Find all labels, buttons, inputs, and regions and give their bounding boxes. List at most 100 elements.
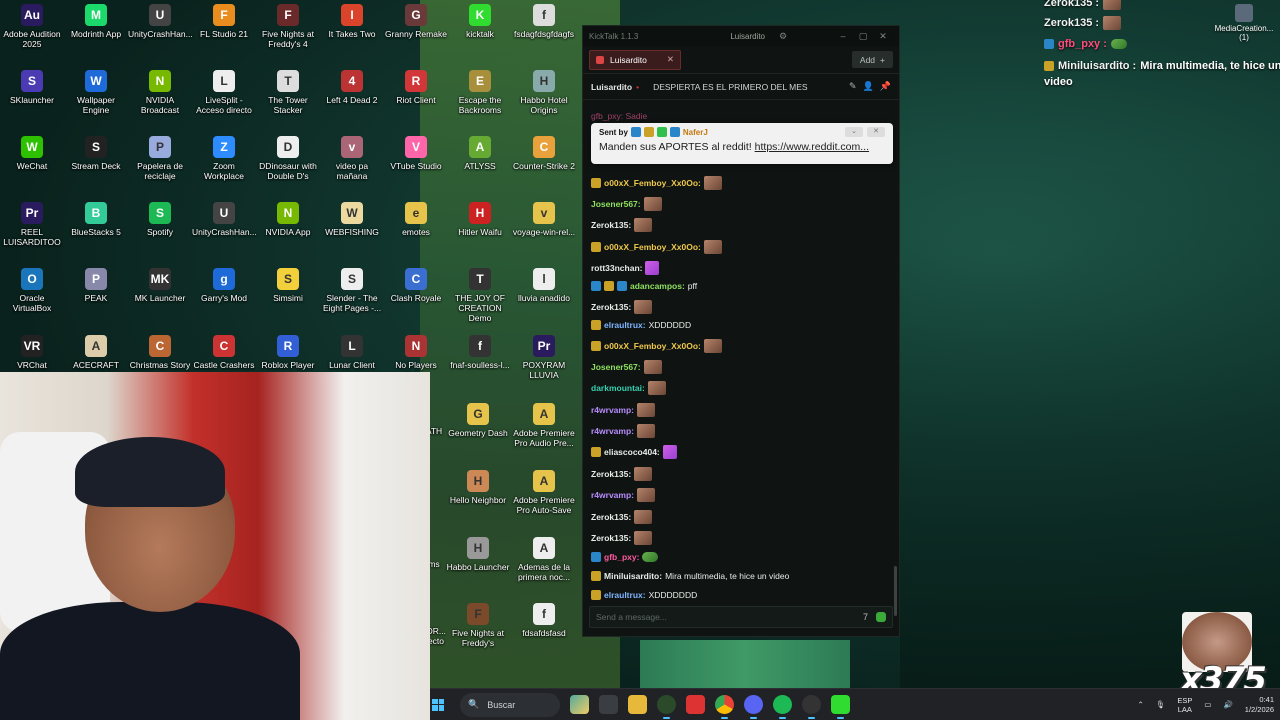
chat-username[interactable]: rott33nchan: — [591, 263, 642, 273]
chat-message[interactable]: o00xX_Femboy_Xx0Oo: — [591, 240, 722, 254]
chat-message[interactable]: Miniluisardito: Mira multimedia, te hice … — [591, 571, 789, 581]
chat-username[interactable]: Josener567: — [591, 199, 641, 209]
desktop-icon[interactable]: H Hitler Waifu — [448, 202, 512, 237]
chat-message[interactable]: o00xX_Femboy_Xx0Oo: — [591, 176, 722, 190]
kick-emote-icon[interactable] — [876, 612, 886, 622]
chevron-up-icon[interactable]: ⌃ — [1138, 700, 1144, 709]
chat-message[interactable]: elraultrux: XDDDDDD — [591, 320, 691, 330]
desktop-icon[interactable]: H Habbo Launcher — [446, 537, 510, 572]
desktop-icon[interactable]: F Five Nights at Freddy's 4 — [256, 4, 320, 49]
pin-icon[interactable]: 📌 — [880, 81, 891, 92]
unpin-icon[interactable]: ✕ — [867, 127, 885, 137]
tab-luisardito[interactable]: Luisardito ✕ — [589, 49, 681, 70]
chat-username[interactable]: gfb_pxy: — [604, 552, 639, 562]
chat-username[interactable]: eliascoco404: — [604, 447, 660, 457]
chevron-down-icon[interactable]: ⌄ — [845, 127, 863, 137]
chat-scrollbar[interactable] — [894, 566, 897, 616]
desktop-icon[interactable]: S Spotify — [128, 202, 192, 237]
chat-message[interactable]: Zerok135: — [591, 467, 653, 481]
chrome-icon[interactable] — [715, 695, 734, 719]
file-explorer-icon[interactable] — [628, 695, 647, 714]
pinned-author[interactable]: NaferJ — [683, 128, 708, 137]
desktop-icon[interactable]: G Granny Remake — [384, 4, 448, 39]
kicktalk-titlebar[interactable]: KickTalk 1.1.3 Luisardito ⚙ – ▢ ✕ — [583, 26, 899, 46]
desktop-icon[interactable]: A Adobe Premiere Pro Auto-Save — [512, 470, 576, 515]
chat-message[interactable]: Josener567: — [591, 360, 662, 374]
desktop-icon[interactable]: e emotes — [384, 202, 448, 237]
desktop-icon[interactable]: A Ademas de la primera noc... — [512, 537, 576, 582]
chat-message[interactable]: Zerok135: — [591, 510, 653, 524]
minimize-icon[interactable]: – — [833, 31, 853, 41]
mic-icon[interactable]: 🎙 — [1156, 700, 1166, 709]
settings-gear-icon[interactable]: ⚙ — [773, 31, 793, 42]
desktop-icon[interactable]: S Slender - The Eight Pages -... — [320, 268, 384, 313]
desktop-icon[interactable]: O Oracle VirtualBox — [0, 268, 64, 313]
chat-message[interactable]: Zerok135: — [591, 300, 653, 314]
chat-message[interactable]: gfb_pxy: — [591, 552, 659, 562]
chat-username[interactable]: o00xX_Femboy_Xx0Oo: — [604, 178, 701, 188]
chat-username[interactable]: r4wrvamp: — [591, 490, 634, 500]
desktop-icon[interactable]: C Clash Royale — [384, 268, 448, 303]
chat-message[interactable]: r4wrvamp: — [591, 488, 655, 502]
desktop-icon[interactable]: M Modrinth App — [64, 4, 128, 39]
chat-message[interactable]: o00xX_Femboy_Xx0Oo: — [591, 339, 722, 353]
desktop-icon[interactable]: C Counter-Strike 2 — [512, 136, 576, 171]
tab-close-icon[interactable]: ✕ — [667, 54, 674, 65]
chat-username[interactable]: o00xX_Femboy_Xx0Oo: — [604, 242, 701, 252]
chat-username[interactable]: Zerok135: — [591, 220, 631, 230]
desktop-icon[interactable]: H Habbo Hotel Origins — [512, 70, 576, 115]
pinned-message[interactable]: Sent by NaferJ Manden sus APORTES al red… — [591, 123, 893, 164]
desktop-icon[interactable]: Z Zoom Workplace — [192, 136, 256, 181]
desktop-icon[interactable]: MK MK Launcher — [128, 268, 192, 303]
chat-message[interactable]: Zerok135: — [591, 531, 653, 545]
desktop-icon[interactable]: S SKlauncher — [0, 70, 64, 105]
maximize-icon[interactable]: ▢ — [853, 31, 873, 42]
desktop-icon[interactable]: C Castle Crashers — [192, 335, 256, 370]
chat-username[interactable]: Zerok135: — [591, 512, 631, 522]
chat-message[interactable]: Zerok135: — [591, 218, 653, 232]
desktop-icon[interactable]: f fsdagfdsgfdagfs — [512, 4, 576, 39]
chat-username[interactable]: r4wrvamp: — [591, 405, 634, 415]
clock[interactable]: 0:41 1/2/2026 — [1245, 695, 1274, 715]
desktop-icon[interactable]: C Christmas Story — [128, 335, 192, 370]
volume-icon[interactable]: 🔊 — [1223, 700, 1232, 709]
chat-username[interactable]: r4wrvamp: — [591, 426, 634, 436]
chat-username[interactable]: Zerok135: — [591, 302, 631, 312]
language-indicator[interactable]: ESP LAA — [1177, 696, 1192, 714]
pinned-link[interactable]: https://www.reddit.com... — [755, 141, 869, 153]
desktop-icon[interactable]: R Riot Client — [384, 70, 448, 105]
desktop-icon[interactable]: P Papelera de reciclaje — [128, 136, 192, 181]
chat-username[interactable]: darkmountai: — [591, 383, 645, 393]
desktop-icon[interactable]: l lluvia anadido — [512, 268, 576, 303]
desktop-icon[interactable]: 4 Left 4 Dead 2 — [320, 70, 384, 105]
chat-username[interactable]: adancampos: — [630, 281, 685, 291]
chat-message[interactable]: Josener567: — [591, 197, 662, 211]
desktop-icon[interactable]: F FL Studio 21 — [192, 4, 256, 39]
desktop-icon[interactable]: Kkicktalk — [448, 4, 512, 39]
chat-username[interactable]: Zerok135: — [591, 533, 631, 543]
desktop-icon[interactable]: W WeChat — [0, 136, 64, 171]
xbox-icon[interactable] — [657, 695, 676, 719]
task-view-icon[interactable] — [599, 695, 618, 714]
kicktalk-icon[interactable] — [831, 695, 850, 719]
desktop-icon[interactable]: L Lunar Client — [320, 335, 384, 370]
network-icon[interactable]: ▭ — [1204, 700, 1211, 709]
close-icon[interactable]: ✕ — [873, 31, 893, 42]
desktop-icon[interactable]: T THE JOY OF CREATION Demo — [448, 268, 512, 323]
chat-username[interactable]: o00xX_Femboy_Xx0Oo: — [604, 341, 701, 351]
desktop-icon[interactable]: N NVIDIA App — [256, 202, 320, 237]
chat-username[interactable]: Miniluisardito: — [604, 571, 662, 581]
chat-message[interactable]: adancampos: pff — [591, 281, 697, 291]
desktop-icon[interactable]: Au Adobe Audition 2025 — [0, 4, 64, 49]
chat-message[interactable]: elraultrux: XDDDDDDD — [591, 590, 697, 600]
desktop-icon[interactable]: L LiveSplit - Acceso directo — [192, 70, 256, 115]
taskbar-search[interactable]: 🔍 Buscar — [460, 692, 560, 717]
desktop-icon[interactable]: I It Takes Two — [320, 4, 384, 39]
desktop-icon[interactable]: U UnityCrashHan... — [192, 202, 257, 237]
desktop-icon[interactable]: E Escape the Backrooms — [448, 70, 512, 115]
add-channel-button[interactable]: Add + — [851, 51, 893, 68]
desktop-icon[interactable]: A Adobe Premiere Pro Audio Pre... — [512, 403, 576, 448]
chat-message[interactable]: darkmountai: — [591, 381, 666, 395]
desktop-icon[interactable]: Pr REEL LUISARDITOO — [0, 202, 64, 247]
spotify-icon[interactable] — [773, 695, 792, 719]
